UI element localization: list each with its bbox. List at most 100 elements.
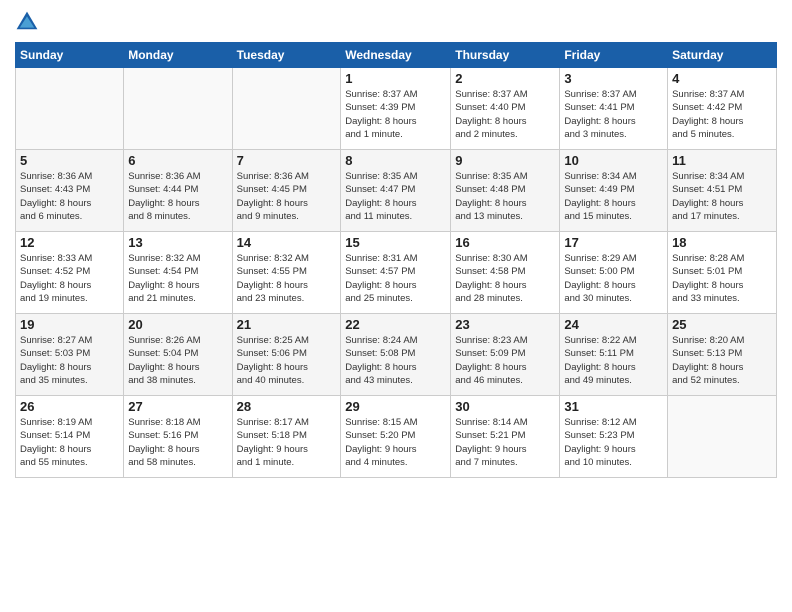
- day-number: 9: [455, 153, 555, 168]
- calendar-cell: 2Sunrise: 8:37 AMSunset: 4:40 PMDaylight…: [451, 68, 560, 150]
- day-number: 6: [128, 153, 227, 168]
- day-number: 20: [128, 317, 227, 332]
- calendar-cell: 4 Sunrise: 8:37 AMSunset: 4:42 PMDaylight…: [668, 68, 777, 150]
- calendar-table: SundayMondayTuesdayWednesdayThursdayFrid…: [15, 42, 777, 478]
- calendar-cell: 5 Sunrise: 8:36 AMSunset: 4:43 PMDaylight…: [16, 150, 124, 232]
- day-number: 12: [20, 235, 119, 250]
- calendar-cell: [232, 68, 341, 150]
- calendar-cell: 11 Sunrise: 8:34 AMSunset: 4:51 PMDayligh…: [668, 150, 777, 232]
- day-info: Sunrise: 8:36 AMSunset: 4:43 PMDaylight:…: [20, 170, 119, 223]
- calendar-cell: 17 Sunrise: 8:29 AMSunset: 5:00 PMDayligh…: [560, 232, 668, 314]
- logo: [15, 10, 43, 34]
- day-number: 16: [455, 235, 555, 250]
- day-number: 17: [564, 235, 663, 250]
- calendar-cell: 14 Sunrise: 8:32 AMSunset: 4:55 PMDayligh…: [232, 232, 341, 314]
- logo-icon: [15, 10, 39, 34]
- day-info: Sunrise: 8:34 AMSunset: 4:51 PMDaylight:…: [672, 170, 772, 223]
- day-info: Sunrise: 8:37 AMSunset: 4:42 PMDaylight:…: [672, 88, 772, 141]
- day-info: Sunrise: 8:12 AMSunset: 5:23 PMDaylight:…: [564, 416, 663, 469]
- calendar-cell: 21Sunrise: 8:25 AMSunset: 5:06 PMDayligh…: [232, 314, 341, 396]
- day-number: 11: [672, 153, 772, 168]
- day-info: Sunrise: 8:37 AMSunset: 4:40 PMDaylight:…: [455, 88, 555, 141]
- calendar-week-row: 26 Sunrise: 8:19 AMSunset: 5:14 PMDayligh…: [16, 396, 777, 478]
- calendar-week-row: 12Sunrise: 8:33 AMSunset: 4:52 PMDayligh…: [16, 232, 777, 314]
- day-of-week-header: Wednesday: [341, 43, 451, 68]
- day-of-week-header: Tuesday: [232, 43, 341, 68]
- day-info: Sunrise: 8:20 AMSunset: 5:13 PMDaylight:…: [672, 334, 772, 387]
- header: [15, 10, 777, 34]
- calendar-cell: 29Sunrise: 8:15 AMSunset: 5:20 PMDayligh…: [341, 396, 451, 478]
- calendar-cell: 1 Sunrise: 8:37 AMSunset: 4:39 PMDaylight…: [341, 68, 451, 150]
- day-of-week-header: Saturday: [668, 43, 777, 68]
- day-info: Sunrise: 8:24 AMSunset: 5:08 PMDaylight:…: [345, 334, 446, 387]
- day-number: 4: [672, 71, 772, 86]
- day-number: 29: [345, 399, 446, 414]
- day-of-week-header: Thursday: [451, 43, 560, 68]
- calendar-cell: 9 Sunrise: 8:35 AMSunset: 4:48 PMDaylight…: [451, 150, 560, 232]
- day-info: Sunrise: 8:36 AMSunset: 4:44 PMDaylight:…: [128, 170, 227, 223]
- day-number: 26: [20, 399, 119, 414]
- day-info: Sunrise: 8:28 AMSunset: 5:01 PMDaylight:…: [672, 252, 772, 305]
- day-number: 3: [564, 71, 663, 86]
- calendar-week-row: 5 Sunrise: 8:36 AMSunset: 4:43 PMDaylight…: [16, 150, 777, 232]
- calendar-cell: 27Sunrise: 8:18 AMSunset: 5:16 PMDayligh…: [124, 396, 232, 478]
- calendar-cell: 22 Sunrise: 8:24 AMSunset: 5:08 PMDayligh…: [341, 314, 451, 396]
- day-number: 21: [237, 317, 337, 332]
- calendar-cell: 31 Sunrise: 8:12 AMSunset: 5:23 PMDayligh…: [560, 396, 668, 478]
- day-info: Sunrise: 8:37 AMSunset: 4:39 PMDaylight:…: [345, 88, 446, 141]
- day-info: Sunrise: 8:37 AMSunset: 4:41 PMDaylight:…: [564, 88, 663, 141]
- day-number: 23: [455, 317, 555, 332]
- day-number: 8: [345, 153, 446, 168]
- day-number: 22: [345, 317, 446, 332]
- calendar-cell: 19Sunrise: 8:27 AMSunset: 5:03 PMDayligh…: [16, 314, 124, 396]
- calendar-cell: 24Sunrise: 8:22 AMSunset: 5:11 PMDayligh…: [560, 314, 668, 396]
- day-info: Sunrise: 8:23 AMSunset: 5:09 PMDaylight:…: [455, 334, 555, 387]
- calendar-week-row: 1 Sunrise: 8:37 AMSunset: 4:39 PMDaylight…: [16, 68, 777, 150]
- calendar-cell: 18 Sunrise: 8:28 AMSunset: 5:01 PMDayligh…: [668, 232, 777, 314]
- day-number: 31: [564, 399, 663, 414]
- calendar-week-row: 19Sunrise: 8:27 AMSunset: 5:03 PMDayligh…: [16, 314, 777, 396]
- day-info: Sunrise: 8:29 AMSunset: 5:00 PMDaylight:…: [564, 252, 663, 305]
- day-info: Sunrise: 8:32 AMSunset: 4:54 PMDaylight:…: [128, 252, 227, 305]
- day-number: 7: [237, 153, 337, 168]
- calendar-cell: [668, 396, 777, 478]
- calendar-cell: 23 Sunrise: 8:23 AMSunset: 5:09 PMDayligh…: [451, 314, 560, 396]
- calendar-cell: 16 Sunrise: 8:30 AMSunset: 4:58 PMDayligh…: [451, 232, 560, 314]
- day-number: 13: [128, 235, 227, 250]
- page-container: SundayMondayTuesdayWednesdayThursdayFrid…: [0, 0, 792, 488]
- calendar-cell: 12Sunrise: 8:33 AMSunset: 4:52 PMDayligh…: [16, 232, 124, 314]
- day-info: Sunrise: 8:17 AMSunset: 5:18 PMDaylight:…: [237, 416, 337, 469]
- day-number: 1: [345, 71, 446, 86]
- day-info: Sunrise: 8:35 AMSunset: 4:48 PMDaylight:…: [455, 170, 555, 223]
- calendar-cell: 26 Sunrise: 8:19 AMSunset: 5:14 PMDayligh…: [16, 396, 124, 478]
- calendar-cell: 15Sunrise: 8:31 AMSunset: 4:57 PMDayligh…: [341, 232, 451, 314]
- day-info: Sunrise: 8:35 AMSunset: 4:47 PMDaylight:…: [345, 170, 446, 223]
- day-info: Sunrise: 8:32 AMSunset: 4:55 PMDaylight:…: [237, 252, 337, 305]
- day-number: 5: [20, 153, 119, 168]
- calendar-cell: 8 Sunrise: 8:35 AMSunset: 4:47 PMDaylight…: [341, 150, 451, 232]
- day-number: 18: [672, 235, 772, 250]
- calendar-cell: [124, 68, 232, 150]
- day-info: Sunrise: 8:27 AMSunset: 5:03 PMDaylight:…: [20, 334, 119, 387]
- day-info: Sunrise: 8:18 AMSunset: 5:16 PMDaylight:…: [128, 416, 227, 469]
- day-info: Sunrise: 8:30 AMSunset: 4:58 PMDaylight:…: [455, 252, 555, 305]
- calendar-cell: 3 Sunrise: 8:37 AMSunset: 4:41 PMDaylight…: [560, 68, 668, 150]
- calendar-cell: 7 Sunrise: 8:36 AMSunset: 4:45 PMDaylight…: [232, 150, 341, 232]
- calendar-cell: 25 Sunrise: 8:20 AMSunset: 5:13 PMDayligh…: [668, 314, 777, 396]
- day-info: Sunrise: 8:19 AMSunset: 5:14 PMDaylight:…: [20, 416, 119, 469]
- calendar-cell: [16, 68, 124, 150]
- day-number: 14: [237, 235, 337, 250]
- day-number: 28: [237, 399, 337, 414]
- day-of-week-header: Sunday: [16, 43, 124, 68]
- day-info: Sunrise: 8:26 AMSunset: 5:04 PMDaylight:…: [128, 334, 227, 387]
- day-number: 15: [345, 235, 446, 250]
- day-info: Sunrise: 8:36 AMSunset: 4:45 PMDaylight:…: [237, 170, 337, 223]
- calendar-cell: 6 Sunrise: 8:36 AMSunset: 4:44 PMDaylight…: [124, 150, 232, 232]
- calendar-cell: 13 Sunrise: 8:32 AMSunset: 4:54 PMDayligh…: [124, 232, 232, 314]
- calendar-cell: 28 Sunrise: 8:17 AMSunset: 5:18 PMDayligh…: [232, 396, 341, 478]
- calendar-cell: 20 Sunrise: 8:26 AMSunset: 5:04 PMDayligh…: [124, 314, 232, 396]
- day-number: 25: [672, 317, 772, 332]
- calendar-cell: 10Sunrise: 8:34 AMSunset: 4:49 PMDayligh…: [560, 150, 668, 232]
- calendar-header-row: SundayMondayTuesdayWednesdayThursdayFrid…: [16, 43, 777, 68]
- calendar-cell: 30Sunrise: 8:14 AMSunset: 5:21 PMDayligh…: [451, 396, 560, 478]
